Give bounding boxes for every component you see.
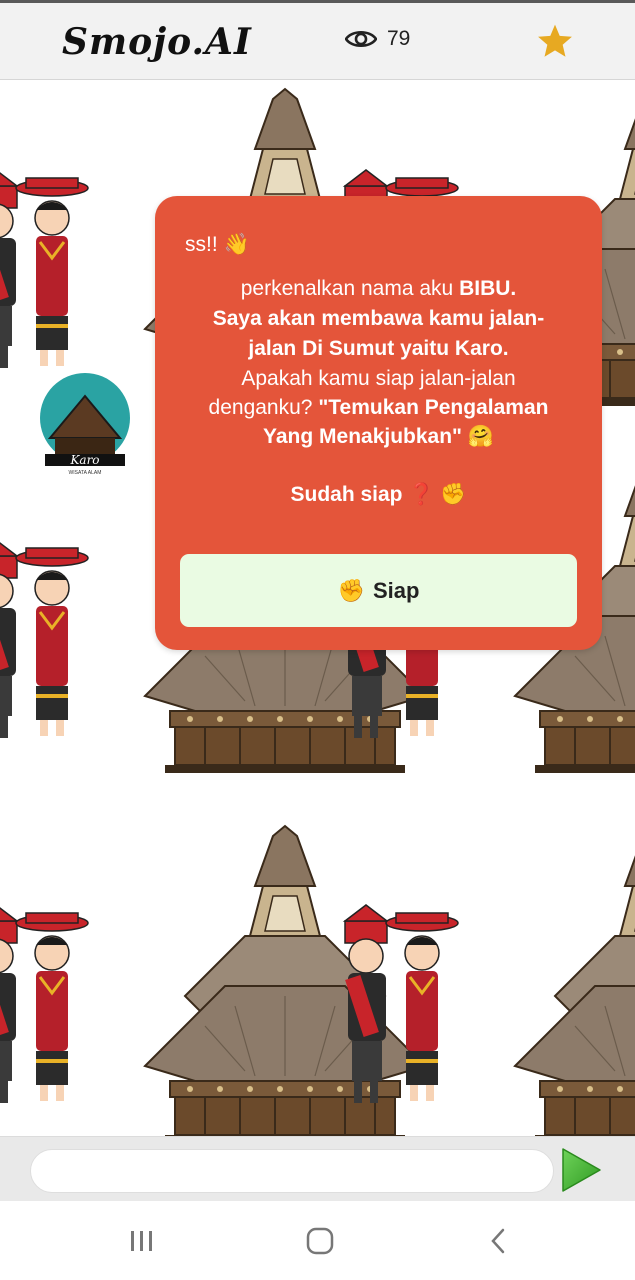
recents-icon bbox=[131, 1231, 152, 1251]
karo-badge: Karo WISATA ALAM bbox=[40, 373, 130, 476]
dialog-ready-question: Sudah siap ❓ ✊ bbox=[155, 480, 602, 510]
dialog-line-4: jalan Di Sumut yaitu Karo. bbox=[248, 337, 509, 360]
message-bar bbox=[0, 1136, 635, 1201]
dialog-line-6: denganku? "Temukan Pengalaman bbox=[155, 393, 602, 423]
home-button[interactable] bbox=[300, 1225, 340, 1257]
home-icon bbox=[306, 1227, 334, 1255]
back-icon bbox=[491, 1228, 505, 1254]
recents-button[interactable] bbox=[122, 1225, 162, 1257]
app-logo[interactable]: Smojo.AI bbox=[62, 21, 252, 63]
fist-icon: ✊ bbox=[440, 483, 467, 506]
dialog-tagline-end: Yang Menakjubkan" 🤗 bbox=[263, 425, 494, 448]
play-send-icon[interactable] bbox=[559, 1147, 603, 1193]
question-mark-icon: ❓ bbox=[408, 483, 435, 506]
dialog-tagline-start: "Temukan Pengalaman bbox=[318, 396, 549, 419]
bot-name: BIBU. bbox=[459, 277, 517, 300]
dialog-line-3: Saya akan membawa kamu jalan- bbox=[212, 307, 545, 330]
intro-text: perkenalkan nama aku bbox=[240, 277, 460, 300]
message-input[interactable] bbox=[30, 1149, 554, 1193]
svg-text:WISATA ALAM: WISATA ALAM bbox=[69, 470, 102, 476]
star-icon[interactable] bbox=[536, 23, 574, 59]
view-count: 79 bbox=[387, 27, 411, 50]
dialog-line-5: Apakah kamu siap jalan-jalan bbox=[241, 367, 516, 390]
view-counter: 79 bbox=[345, 27, 410, 51]
app-header: Smojo.AI 79 bbox=[0, 0, 635, 80]
ready-text: Sudah siap bbox=[290, 483, 403, 506]
dialog-question-text: denganku? bbox=[208, 396, 319, 419]
dialog-intro-line: perkenalkan nama aku BIBU. bbox=[155, 274, 602, 304]
system-navigation-bar bbox=[0, 1201, 635, 1280]
eye-icon bbox=[345, 30, 377, 48]
back-button[interactable] bbox=[478, 1225, 518, 1257]
intro-dialog: ss!! 👋 perkenalkan nama aku BIBU. Saya a… bbox=[155, 196, 602, 650]
svg-text:Karo: Karo bbox=[69, 453, 99, 467]
ready-button-label: Siap bbox=[372, 577, 420, 603]
ready-button[interactable]: ✊ Siap bbox=[180, 554, 577, 627]
fist-button-icon: ✊ bbox=[337, 577, 365, 603]
dialog-greeting: ss!! 👋 bbox=[185, 233, 250, 256]
